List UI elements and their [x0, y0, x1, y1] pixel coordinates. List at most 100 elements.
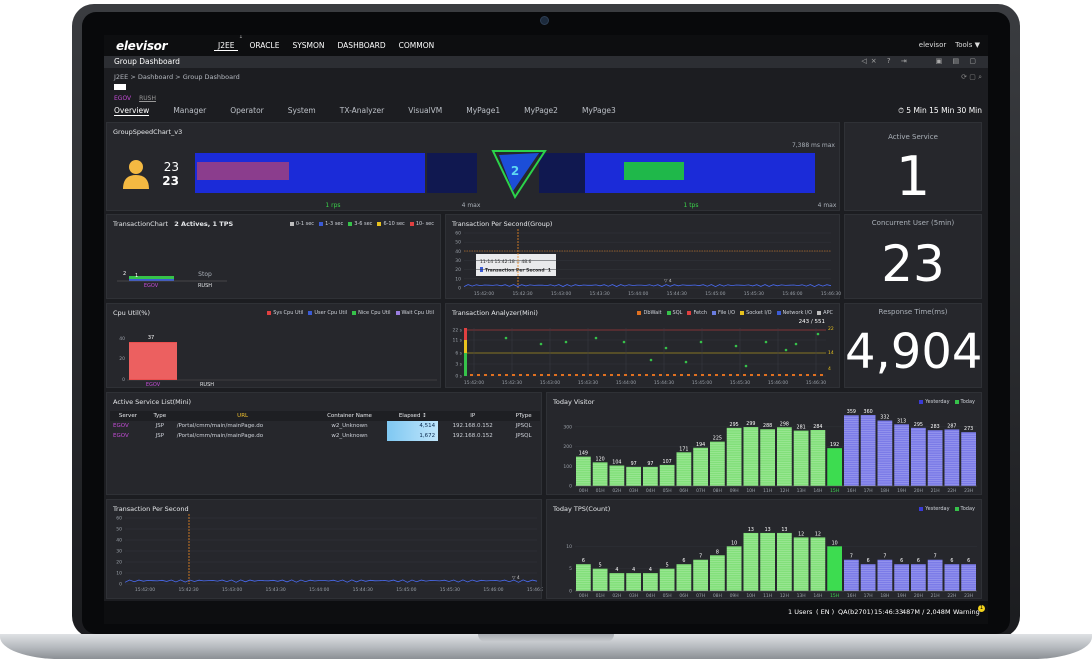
- bar[interactable]: [710, 441, 725, 486]
- bar[interactable]: [911, 427, 926, 486]
- bar[interactable]: [726, 427, 742, 486]
- bar[interactable]: [827, 546, 842, 591]
- bar-value-label: 10: [832, 540, 838, 546]
- table-row[interactable]: EGOV JSP/Portal/cmm/main/mainPage.do w2_Un…: [110, 421, 540, 431]
- bar[interactable]: [793, 430, 809, 486]
- bar[interactable]: [844, 559, 859, 591]
- bar-value-label: 7: [850, 554, 853, 560]
- bar[interactable]: [659, 464, 675, 486]
- tab-manager[interactable]: Manager: [173, 106, 206, 116]
- column-header[interactable]: URL: [173, 411, 312, 421]
- nav-dashboard[interactable]: DASHBOARD: [336, 41, 388, 51]
- bar[interactable]: [659, 568, 675, 591]
- bar[interactable]: [676, 564, 692, 591]
- bar[interactable]: [609, 465, 625, 486]
- filter-chip[interactable]: [114, 84, 126, 90]
- column-header[interactable]: Container Name: [311, 411, 388, 421]
- bar[interactable]: [894, 424, 909, 486]
- bar[interactable]: [860, 415, 876, 486]
- tab-mypage1[interactable]: MyPage1: [466, 106, 500, 116]
- bar[interactable]: [626, 573, 641, 591]
- tab-overview[interactable]: Overview: [114, 106, 150, 116]
- column-header[interactable]: IP: [438, 411, 508, 421]
- nav-common[interactable]: COMMON: [397, 41, 437, 51]
- bar[interactable]: [726, 546, 742, 591]
- bar[interactable]: [626, 466, 641, 486]
- tab-mypage3[interactable]: MyPage3: [582, 106, 616, 116]
- tag-rush[interactable]: RUSH: [139, 95, 156, 102]
- bar[interactable]: [927, 559, 943, 591]
- tab-mypage2[interactable]: MyPage2: [524, 106, 558, 116]
- bar[interactable]: [643, 466, 658, 486]
- bar[interactable]: [860, 564, 876, 591]
- y-tick: 0: [119, 582, 122, 588]
- tc-rush-label: RUSH: [198, 283, 212, 289]
- tools-menu[interactable]: Tools ▼: [955, 41, 980, 49]
- column-header[interactable]: Server: [110, 411, 146, 421]
- tab-tx-analyzer[interactable]: TX-Analyzer: [340, 106, 385, 116]
- bar[interactable]: [894, 564, 909, 591]
- bar[interactable]: [911, 564, 926, 591]
- bar[interactable]: [877, 420, 893, 486]
- bar[interactable]: [961, 432, 976, 486]
- bar[interactable]: [827, 448, 842, 486]
- tag-egov[interactable]: EGOV: [114, 95, 131, 102]
- x-tick: 02H: [612, 488, 621, 494]
- window-icon[interactable]: ▢: [969, 57, 980, 65]
- column-header[interactable]: PType: [507, 411, 540, 421]
- tx-point: [764, 374, 767, 376]
- bar[interactable]: [676, 452, 692, 486]
- bar[interactable]: [927, 430, 943, 486]
- today-tps-panel: Today TPS(Count) Yesterday Today 10 5 0 6 00…: [546, 499, 982, 599]
- nav-j2ee[interactable]: J2EE 1: [214, 35, 242, 51]
- bar[interactable]: [743, 532, 759, 591]
- x-tick: 12H: [780, 593, 789, 599]
- bar[interactable]: [643, 573, 658, 591]
- bar[interactable]: [743, 427, 759, 486]
- user-name[interactable]: elevisor: [919, 41, 946, 49]
- search-icon[interactable]: ⌕: [978, 73, 982, 81]
- bar[interactable]: [576, 564, 591, 591]
- time-range-selector[interactable]: ⏱ 5 Min 15 Min 30 Min: [898, 106, 982, 116]
- refresh-icon[interactable]: ⟳: [961, 73, 967, 81]
- x-tick: 15:45:30: [744, 291, 764, 297]
- logout-icon[interactable]: ⇥: [901, 57, 911, 65]
- nav-sysmon[interactable]: SYSMON: [290, 41, 326, 51]
- bar[interactable]: [710, 555, 725, 591]
- bar[interactable]: [944, 429, 960, 486]
- bar[interactable]: [760, 532, 775, 591]
- bar[interactable]: [844, 415, 859, 486]
- monitor-icon[interactable]: ▤: [953, 57, 964, 65]
- bar[interactable]: [961, 564, 976, 591]
- speed-center-num: 2: [511, 164, 519, 178]
- table-row[interactable]: EGOV JSP/Portal/cmm/main/mainPage.do w2_Un…: [110, 431, 540, 441]
- tab-visualvm[interactable]: VisualVM: [408, 106, 442, 116]
- bar[interactable]: [777, 532, 792, 591]
- bar[interactable]: [592, 462, 608, 486]
- tab-system[interactable]: System: [288, 106, 316, 116]
- bar[interactable]: [693, 447, 708, 486]
- help-icon[interactable]: ?: [887, 57, 895, 65]
- status-lang[interactable]: ( EN ): [816, 608, 834, 616]
- mute-icon[interactable]: ◁×: [861, 57, 880, 65]
- nav-oracle[interactable]: ORACLE: [247, 41, 281, 51]
- bar[interactable]: [877, 559, 893, 591]
- bar[interactable]: [810, 430, 826, 486]
- column-header[interactable]: Type: [145, 411, 174, 421]
- copy-icon[interactable]: ▢: [969, 73, 976, 81]
- bar[interactable]: [777, 427, 792, 486]
- bar[interactable]: [576, 456, 591, 486]
- bar[interactable]: [609, 573, 625, 591]
- bar[interactable]: [793, 537, 809, 591]
- column-header[interactable]: Elapsed ↕: [387, 411, 439, 421]
- bar-value-label: 149: [579, 451, 588, 457]
- bar[interactable]: [760, 429, 775, 486]
- bar[interactable]: [944, 564, 960, 591]
- bar[interactable]: [693, 559, 708, 591]
- bar[interactable]: [810, 537, 826, 591]
- settings-icon[interactable]: ▣: [936, 57, 947, 65]
- bar[interactable]: [592, 568, 608, 591]
- active-service-panel: Active Service 1: [844, 122, 982, 211]
- status-warning[interactable]: Warning: [953, 608, 980, 616]
- tab-operator[interactable]: Operator: [230, 106, 264, 116]
